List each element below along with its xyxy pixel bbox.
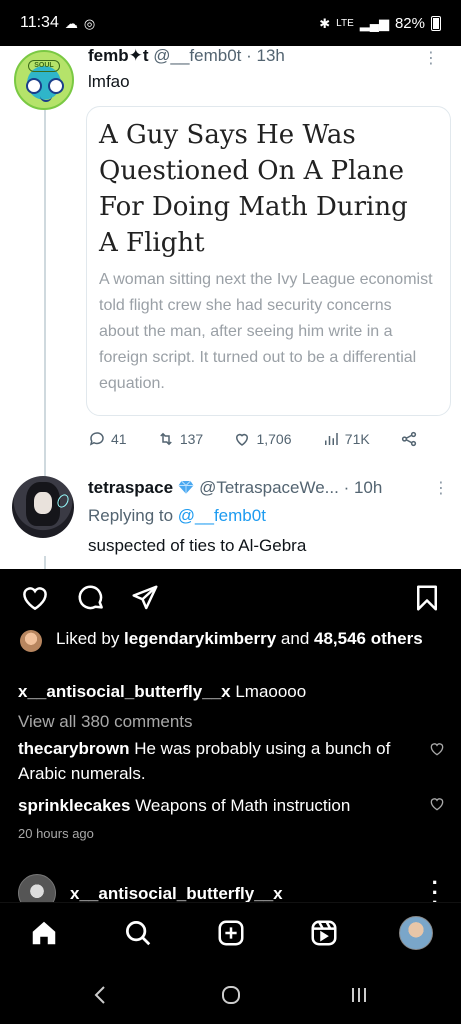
instagram-notification-icon: ◎ bbox=[83, 15, 96, 31]
article-card: A Guy Says He Was Questioned On A Plane … bbox=[86, 106, 451, 416]
post-actions bbox=[0, 577, 461, 619]
share-icon bbox=[401, 431, 417, 447]
home-icon bbox=[32, 921, 56, 945]
share-count bbox=[400, 430, 418, 448]
likes-summary[interactable]: Liked by legendarykimberry and 48,546 ot… bbox=[20, 628, 440, 652]
profile-avatar[interactable] bbox=[399, 916, 433, 950]
nav-home[interactable] bbox=[26, 915, 62, 951]
comment: sprinklecakes Weapons of Math instructio… bbox=[18, 793, 408, 818]
card-headline: A Guy Says He Was Questioned On A Plane … bbox=[99, 120, 408, 258]
retweet-count: 137 bbox=[157, 430, 203, 448]
replying-handle: @__femb0t bbox=[177, 506, 266, 525]
tweet-text: suspected of ties to Al-Gebra bbox=[88, 536, 307, 555]
analytics-icon bbox=[324, 433, 338, 445]
tweet-text: lmfao bbox=[88, 72, 130, 91]
thread-line bbox=[44, 556, 46, 569]
tweet-time: 10h bbox=[353, 478, 383, 497]
home-circle-icon bbox=[222, 986, 240, 1004]
caption-username[interactable]: x__antisocial_butterfly__x bbox=[18, 682, 231, 701]
likes-count[interactable]: 48,546 others bbox=[314, 629, 423, 648]
like-button[interactable] bbox=[18, 581, 52, 615]
back-button[interactable] bbox=[86, 980, 116, 1010]
more-options-icon[interactable]: ··· bbox=[432, 872, 439, 903]
recents-button[interactable] bbox=[344, 980, 374, 1010]
send-icon bbox=[132, 585, 158, 610]
status-time: 11:34 bbox=[20, 14, 59, 31]
soul-logo-icon: SOUL bbox=[28, 60, 60, 72]
heart-icon bbox=[23, 587, 47, 611]
signal-icon: ▂▄▆ bbox=[359, 15, 389, 31]
tweet-actions: 41 137 1,706 71K bbox=[88, 430, 418, 448]
bluetooth-icon: ✱ bbox=[319, 15, 331, 31]
nav-search[interactable] bbox=[120, 915, 156, 951]
post-image[interactable]: SOUL femb✦t @__femb0t · 13h ⋮ lmfao A Gu… bbox=[0, 46, 461, 569]
tweet-author-handle: @TetraspaceWe... bbox=[199, 478, 339, 497]
home-button[interactable] bbox=[216, 980, 246, 1010]
share-button[interactable] bbox=[128, 581, 162, 615]
reels-icon bbox=[311, 920, 337, 946]
replying-to: Replying to @__femb0t bbox=[88, 506, 266, 525]
network-type: LTE bbox=[336, 17, 354, 29]
avatar: SOUL bbox=[14, 50, 74, 110]
bottom-navigation bbox=[0, 902, 461, 966]
back-chevron-icon bbox=[94, 986, 105, 1004]
heart-icon bbox=[236, 433, 249, 446]
verified-diamond-icon bbox=[178, 480, 194, 494]
view-all-comments-link[interactable]: View all 380 comments bbox=[18, 712, 193, 732]
tweet-header: femb✦t @__femb0t · 13h bbox=[88, 46, 285, 65]
caption-text: Lmaoooo bbox=[230, 682, 307, 701]
tweet-header: tetraspace @TetraspaceWe... · 10h bbox=[88, 478, 383, 497]
comment-like-heart-icon[interactable] bbox=[429, 741, 445, 757]
comment-icon bbox=[78, 585, 103, 610]
tweet-author-name: tetraspace bbox=[88, 478, 174, 497]
add-post-icon bbox=[218, 920, 244, 946]
search-icon bbox=[126, 921, 151, 946]
more-icon: ⋮ bbox=[423, 50, 439, 67]
comment-like-heart-icon[interactable] bbox=[429, 796, 445, 812]
reply-count: 41 bbox=[88, 430, 127, 448]
tweet-author-handle: @__femb0t bbox=[153, 46, 242, 65]
next-post-username[interactable]: x__antisocial_butterfly__x bbox=[70, 884, 283, 902]
card-subtitle: A woman sitting next the Ivy League econ… bbox=[99, 271, 433, 392]
reply-icon bbox=[89, 432, 104, 446]
comment-username[interactable]: thecarybrown bbox=[18, 739, 129, 758]
comment-text: Weapons of Math instruction bbox=[130, 796, 351, 815]
nav-profile[interactable] bbox=[398, 915, 434, 951]
post-caption: x__antisocial_butterfly__x Lmaoooo bbox=[18, 682, 306, 702]
avatar[interactable] bbox=[18, 874, 56, 902]
thread-line bbox=[44, 106, 46, 496]
battery-icon bbox=[431, 15, 441, 31]
retweet-icon bbox=[160, 432, 172, 446]
cloud-icon: ☁ bbox=[64, 15, 78, 31]
more-icon: ⋮ bbox=[433, 480, 449, 497]
avatar bbox=[12, 476, 74, 538]
battery-percent: 82% bbox=[394, 14, 425, 32]
post-timestamp: 20 hours ago bbox=[18, 826, 94, 841]
view-count: 71K bbox=[322, 430, 370, 448]
comment-button[interactable] bbox=[74, 581, 108, 615]
like-count: 1,706 bbox=[233, 430, 292, 448]
nav-create[interactable] bbox=[213, 915, 249, 951]
status-bar: 11:34 ☁ ◎ ✱ LTE ▂▄▆ 82% bbox=[0, 0, 461, 46]
recents-icon bbox=[352, 988, 366, 1002]
comment: thecarybrown He was probably using a bun… bbox=[18, 736, 408, 786]
save-button[interactable] bbox=[410, 581, 444, 615]
tweet-author-name: femb✦t bbox=[88, 46, 149, 65]
next-post-header[interactable]: x__antisocial_butterfly__x ··· bbox=[0, 870, 461, 902]
bookmark-icon bbox=[417, 585, 437, 611]
nav-reels[interactable] bbox=[306, 915, 342, 951]
system-navigation bbox=[0, 966, 461, 1024]
tweet-time: 13h bbox=[256, 46, 285, 65]
avatar bbox=[20, 630, 42, 652]
liked-by-user[interactable]: legendarykimberry bbox=[124, 629, 276, 648]
comment-username[interactable]: sprinklecakes bbox=[18, 796, 130, 815]
